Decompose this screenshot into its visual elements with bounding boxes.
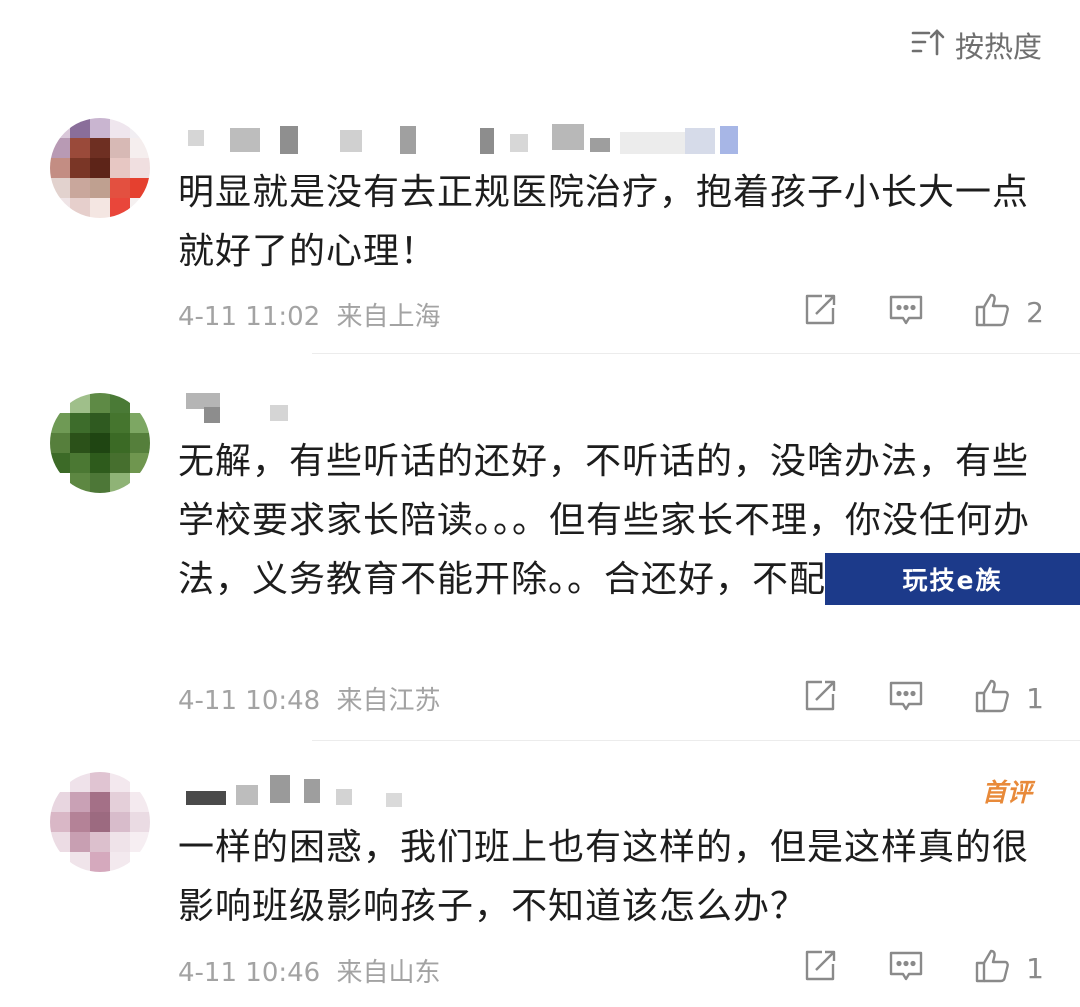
comment-location: 来自上海 [336, 302, 441, 332]
share-icon [802, 948, 838, 988]
avatar[interactable] [50, 772, 150, 872]
share-icon [802, 292, 838, 332]
share-button[interactable] [802, 948, 838, 988]
reply-button[interactable] [888, 678, 924, 718]
divider [312, 353, 1080, 354]
username-redacted[interactable] [180, 775, 410, 807]
comment-meta: 4-11 10:46 来自山东 [178, 952, 440, 989]
thumbs-up-icon [974, 292, 1010, 332]
avatar[interactable] [50, 118, 150, 218]
username-redacted[interactable] [180, 124, 740, 154]
like-count: 1 [1026, 951, 1044, 985]
comment-location: 来自江苏 [336, 686, 441, 716]
comment-meta: 4-11 10:48 来自江苏 [178, 680, 440, 717]
like-button[interactable]: 2 [974, 292, 1044, 332]
avatar[interactable] [50, 393, 150, 493]
divider [312, 740, 1080, 741]
first-comment-badge: 首评 [981, 778, 1032, 807]
comment-actions: 1 [802, 948, 1044, 988]
reply-button[interactable] [888, 948, 924, 988]
like-count: 1 [1026, 681, 1044, 715]
comment-actions: 2 [802, 292, 1044, 332]
sort-icon [911, 27, 945, 64]
comment-meta: 4-11 11:02 来自上海 [178, 296, 440, 333]
comment-icon [888, 292, 924, 332]
comment-time: 4-11 10:48 [178, 686, 321, 716]
comment-icon [888, 948, 924, 988]
thumbs-up-icon [974, 678, 1010, 718]
comment-time: 4-11 11:02 [178, 302, 321, 332]
comment-time: 4-11 10:46 [178, 958, 321, 988]
share-icon [802, 678, 838, 718]
share-button[interactable] [802, 678, 838, 718]
comment-actions: 1 [802, 678, 1044, 718]
comment-icon [888, 678, 924, 718]
comment-text: 明显就是没有去正规医院治疗，抱着孩子小长大一点就好了的心理！ [178, 172, 1030, 272]
username-redacted[interactable] [180, 393, 300, 423]
comment-text: 一样的困惑，我们班上也有这样的，但是这样真的很影响班级影响孩子，不知道该怎么办？ [178, 827, 1030, 927]
thumbs-up-icon [974, 948, 1010, 988]
like-button[interactable]: 1 [974, 678, 1044, 718]
sort-by-heat-button[interactable]: 按热度 [911, 24, 1042, 66]
like-count: 2 [1026, 295, 1044, 329]
sort-label: 按热度 [954, 30, 1042, 64]
share-button[interactable] [802, 292, 838, 332]
comment-location: 来自山东 [336, 958, 441, 988]
reply-button[interactable] [888, 292, 924, 332]
watermark-logo: 玩技e族 [825, 553, 1080, 605]
like-button[interactable]: 1 [974, 948, 1044, 988]
